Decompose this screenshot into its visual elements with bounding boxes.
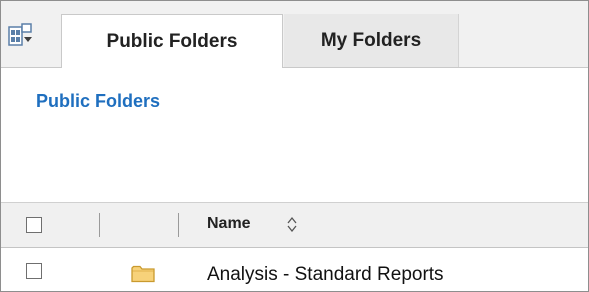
page-title: Public Folders <box>36 91 161 111</box>
folder-browser: Public Folders My Folders Public Folders… <box>0 0 589 292</box>
select-all-checkbox[interactable] <box>26 217 42 233</box>
list-header: Name <box>1 202 588 248</box>
tab-label: My Folders <box>320 29 422 51</box>
tab-public-folders[interactable]: Public Folders <box>61 14 283 68</box>
column-divider <box>178 213 179 237</box>
column-header-name[interactable]: Name <box>207 215 251 233</box>
folder-name-link[interactable]: Analysis - Standard Reports <box>207 264 444 286</box>
tab-my-folders[interactable]: My Folders <box>284 14 459 67</box>
row-checkbox[interactable] <box>26 263 42 279</box>
tab-bar: Public Folders My Folders <box>1 1 588 68</box>
list-item[interactable]: Analysis - Standard Reports <box>1 248 588 291</box>
folder-icon <box>131 264 155 283</box>
tab-label: Public Folders <box>106 30 238 52</box>
portal-view-icon[interactable] <box>7 21 37 49</box>
sort-icon[interactable] <box>287 216 297 233</box>
column-divider <box>99 213 100 237</box>
